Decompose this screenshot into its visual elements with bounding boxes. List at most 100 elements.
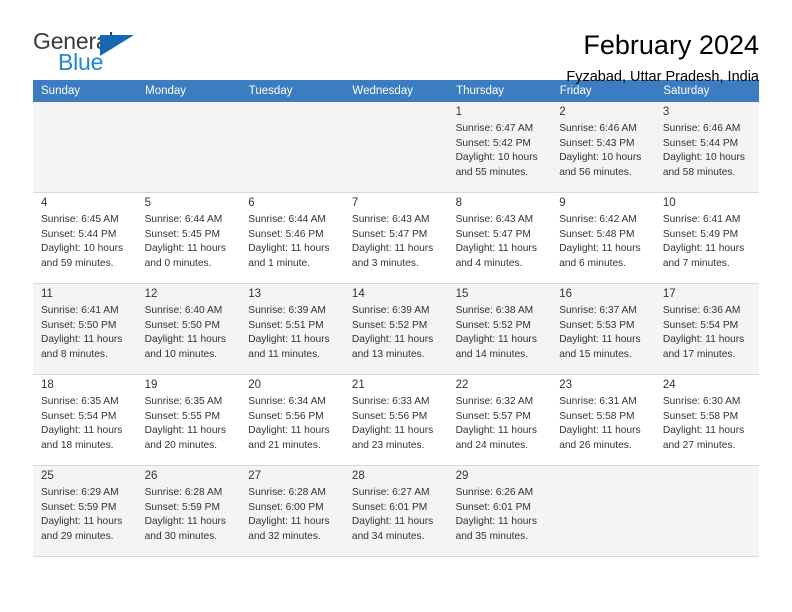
daylight-text-line1: Daylight: 11 hours (144, 243, 226, 255)
daylight-text-line1: Daylight: 11 hours (559, 425, 641, 437)
day-number: 15 (455, 288, 469, 300)
day-sun-info: Sunrise: 6:28 AM Sunset: 5:59 PM Daylight:… (145, 486, 233, 544)
day-sun-info: Sunrise: 6:47 AM Sunset: 5:42 PM Daylight:… (456, 122, 544, 180)
calendar-day-cell[interactable]: 28 Sunrise: 6:27 AM Sunset: 6:01 PM Dayligh… (343, 465, 448, 557)
day-cell-inner: 9 Sunrise: 6:42 AM Sunset: 5:48 PM Daylight… (551, 193, 655, 283)
calendar-day-cell[interactable]: 4 Sunrise: 6:45 AM Sunset: 5:44 PM Daylight… (33, 192, 137, 284)
calendar-day-cell[interactable]: 27 Sunrise: 6:28 AM Sunset: 6:00 PM Dayligh… (240, 465, 344, 557)
daylight-text-line1: Daylight: 11 hours (662, 334, 745, 346)
calendar-day-cell[interactable]: 7 Sunrise: 6:43 AM Sunset: 5:47 PM Daylight… (343, 192, 448, 284)
calendar-empty-cell (551, 465, 655, 557)
calendar-week-row: 11 Sunrise: 6:41 AM Sunset: 5:50 PM Dayligh… (33, 283, 759, 375)
daylight-text-line2: and 1 minute. (248, 257, 311, 269)
calendar-empty-cell (654, 465, 759, 557)
calendar-day-cell[interactable]: 22 Sunrise: 6:32 AM Sunset: 5:57 PM Dayligh… (447, 374, 552, 466)
daylight-text-line1: Daylight: 11 hours (351, 243, 434, 255)
day-cell-inner (344, 102, 448, 192)
calendar-day-cell[interactable]: 23 Sunrise: 6:31 AM Sunset: 5:58 PM Dayligh… (551, 374, 655, 466)
calendar-day-cell[interactable]: 19 Sunrise: 6:35 AM Sunset: 5:55 PM Dayligh… (136, 374, 241, 466)
day-number: 20 (248, 379, 262, 391)
daylight-text-line1: Daylight: 11 hours (662, 243, 745, 255)
sunrise-text: Sunrise: 6:29 AM (41, 487, 119, 499)
calendar-day-cell[interactable]: 11 Sunrise: 6:41 AM Sunset: 5:50 PM Dayligh… (33, 283, 137, 375)
calendar-day-cell[interactable]: 13 Sunrise: 6:39 AM Sunset: 5:51 PM Dayligh… (240, 283, 344, 375)
day-cell-inner: 10 Sunrise: 6:41 AM Sunset: 5:49 PM Dayligh… (655, 193, 759, 283)
calendar-day-cell[interactable]: 24 Sunrise: 6:30 AM Sunset: 5:58 PM Dayligh… (654, 374, 759, 466)
day-number: 27 (248, 470, 262, 482)
day-sun-info: Sunrise: 6:46 AM Sunset: 5:43 PM Daylight:… (559, 122, 647, 180)
calendar-day-cell[interactable]: 17 Sunrise: 6:36 AM Sunset: 5:54 PM Dayligh… (654, 283, 759, 375)
sunrise-text: Sunrise: 6:33 AM (351, 396, 430, 408)
sunrise-text: Sunrise: 6:38 AM (455, 305, 534, 317)
sunset-text: Sunset: 5:54 PM (662, 319, 739, 331)
calendar-day-cell[interactable]: 9 Sunrise: 6:42 AM Sunset: 5:48 PM Daylight… (551, 192, 655, 284)
calendar-day-cell[interactable]: 1 Sunrise: 6:47 AM Sunset: 5:42 PM Daylight… (447, 102, 552, 193)
sunrise-text: Sunrise: 6:44 AM (248, 214, 326, 226)
weekday-header-tuesday: Tuesday (240, 80, 345, 102)
daylight-text-line2: and 8 minutes. (41, 348, 108, 360)
day-sun-info: Sunrise: 6:39 AM Sunset: 5:51 PM Daylight:… (248, 304, 336, 362)
daylight-text-line1: Daylight: 11 hours (455, 425, 537, 437)
sunset-text: Sunset: 6:01 PM (351, 501, 428, 513)
sunset-text: Sunset: 6:00 PM (248, 501, 324, 513)
calendar-day-cell[interactable]: 14 Sunrise: 6:39 AM Sunset: 5:52 PM Dayligh… (343, 283, 448, 375)
sunset-text: Sunset: 5:49 PM (662, 228, 739, 240)
day-number: 9 (559, 197, 566, 209)
daylight-text-line1: Daylight: 11 hours (351, 334, 434, 346)
calendar-day-cell[interactable]: 25 Sunrise: 6:29 AM Sunset: 5:59 PM Dayligh… (33, 465, 137, 557)
daylight-text-line2: and 29 minutes. (41, 530, 114, 542)
calendar-day-cell[interactable]: 21 Sunrise: 6:33 AM Sunset: 5:56 PM Dayligh… (343, 374, 448, 466)
sunrise-text: Sunrise: 6:32 AM (455, 396, 534, 408)
day-number: 8 (455, 197, 462, 209)
day-sun-info: Sunrise: 6:35 AM Sunset: 5:55 PM Daylight:… (145, 395, 233, 453)
calendar-day-cell[interactable]: 12 Sunrise: 6:40 AM Sunset: 5:50 PM Dayligh… (136, 283, 241, 375)
daylight-text-line1: Daylight: 11 hours (455, 334, 537, 346)
calendar-day-cell[interactable]: 15 Sunrise: 6:38 AM Sunset: 5:52 PM Dayligh… (447, 283, 552, 375)
daylight-text-line2: and 18 minutes. (41, 439, 114, 451)
daylight-text-line2: and 32 minutes. (248, 530, 321, 542)
calendar-day-cell[interactable]: 20 Sunrise: 6:34 AM Sunset: 5:56 PM Dayligh… (240, 374, 344, 466)
sunrise-text: Sunrise: 6:37 AM (559, 305, 637, 317)
daylight-text-line2: and 0 minutes. (144, 257, 212, 269)
sunset-text: Sunset: 5:56 PM (351, 410, 428, 422)
daylight-text-line1: Daylight: 11 hours (41, 425, 123, 437)
calendar-day-cell[interactable]: 2 Sunrise: 6:46 AM Sunset: 5:43 PM Daylight… (551, 102, 655, 193)
calendar-empty-cell (33, 102, 137, 193)
calendar-day-cell[interactable]: 8 Sunrise: 6:43 AM Sunset: 5:47 PM Daylight… (447, 192, 552, 284)
day-cell-inner: 20 Sunrise: 6:34 AM Sunset: 5:56 PM Dayligh… (240, 375, 344, 465)
sunrise-text: Sunrise: 6:43 AM (351, 214, 430, 226)
daylight-text-line2: and 17 minutes. (662, 348, 736, 360)
calendar-empty-cell (136, 102, 241, 193)
sunset-text: Sunset: 5:43 PM (559, 137, 635, 149)
day-number: 25 (41, 470, 54, 482)
title-block: February 2024 Fyzabad, Uttar Pradesh, In… (566, 30, 759, 86)
daylight-text-line1: Daylight: 11 hours (41, 334, 123, 346)
calendar-day-cell[interactable]: 18 Sunrise: 6:35 AM Sunset: 5:54 PM Dayligh… (33, 374, 137, 466)
day-cell-inner: 27 Sunrise: 6:28 AM Sunset: 6:00 PM Dayligh… (240, 466, 344, 556)
daylight-text-line1: Daylight: 10 hours (559, 152, 642, 164)
day-cell-inner: 24 Sunrise: 6:30 AM Sunset: 5:58 PM Dayligh… (655, 375, 759, 465)
daylight-text-line2: and 10 minutes. (144, 348, 218, 360)
calendar-day-cell[interactable]: 5 Sunrise: 6:44 AM Sunset: 5:45 PM Daylight… (136, 192, 241, 284)
sunrise-text: Sunrise: 6:28 AM (248, 487, 326, 499)
calendar-day-cell[interactable]: 6 Sunrise: 6:44 AM Sunset: 5:46 PM Daylight… (240, 192, 344, 284)
calendar-body: 1 Sunrise: 6:47 AM Sunset: 5:42 PM Daylight… (33, 102, 759, 557)
day-number: 16 (559, 288, 572, 300)
day-cell-inner: 6 Sunrise: 6:44 AM Sunset: 5:46 PM Daylight… (240, 193, 344, 283)
calendar-day-cell[interactable]: 29 Sunrise: 6:26 AM Sunset: 6:01 PM Dayligh… (447, 465, 552, 557)
day-sun-info: Sunrise: 6:31 AM Sunset: 5:58 PM Daylight:… (559, 395, 647, 453)
calendar-week-row: 1 Sunrise: 6:47 AM Sunset: 5:42 PM Daylight… (33, 102, 759, 193)
day-number: 4 (41, 197, 48, 209)
calendar-day-cell[interactable]: 3 Sunrise: 6:46 AM Sunset: 5:44 PM Daylight… (654, 102, 759, 193)
calendar-day-cell[interactable]: 10 Sunrise: 6:41 AM Sunset: 5:49 PM Dayligh… (654, 192, 759, 284)
sunset-text: Sunset: 5:57 PM (455, 410, 531, 422)
day-number: 7 (351, 197, 359, 209)
day-cell-inner: 16 Sunrise: 6:37 AM Sunset: 5:53 PM Dayligh… (551, 284, 655, 374)
day-number: 11 (41, 288, 53, 300)
calendar-day-cell[interactable]: 16 Sunrise: 6:37 AM Sunset: 5:53 PM Dayligh… (551, 283, 655, 375)
day-number: 14 (351, 288, 365, 300)
sunset-text: Sunset: 5:44 PM (41, 228, 117, 240)
day-sun-info: Sunrise: 6:37 AM Sunset: 5:53 PM Daylight:… (559, 304, 647, 362)
sunrise-text: Sunrise: 6:30 AM (662, 396, 741, 408)
calendar-day-cell[interactable]: 26 Sunrise: 6:28 AM Sunset: 5:59 PM Dayligh… (136, 465, 241, 557)
